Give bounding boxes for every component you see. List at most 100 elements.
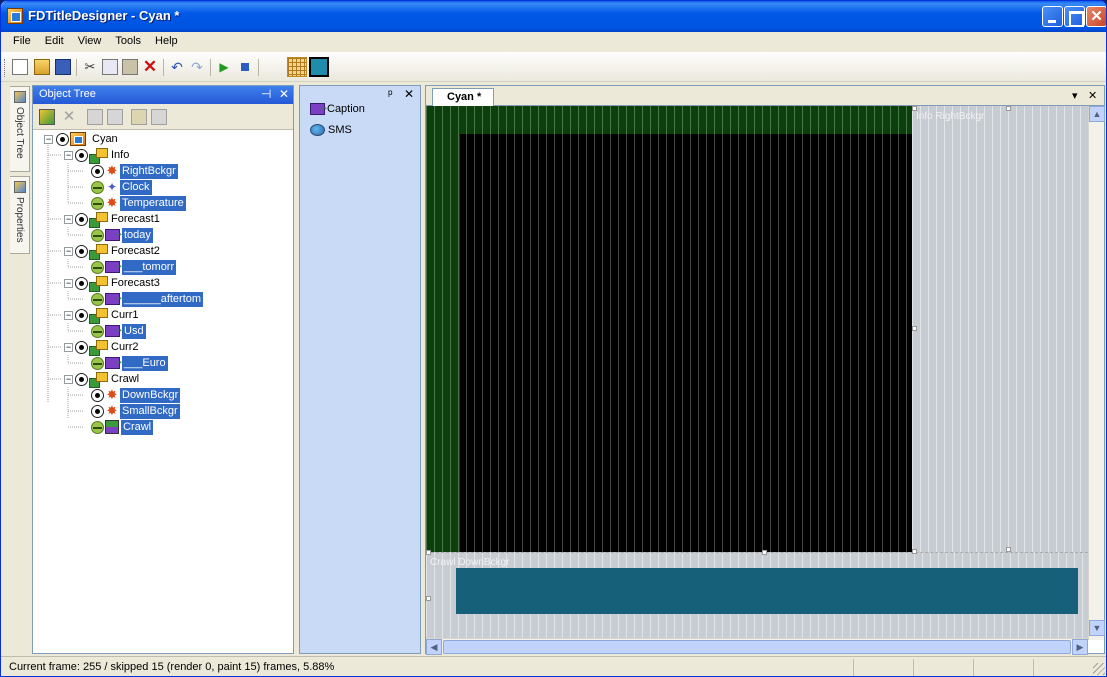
app-icon[interactable] [7, 8, 23, 24]
minimize-button[interactable] [1042, 6, 1063, 27]
move-up-icon[interactable] [87, 109, 103, 125]
chevron-down-icon[interactable]: ▾ [1072, 89, 1078, 102]
collapse-toggle[interactable]: − [44, 135, 53, 144]
visible-icon[interactable] [75, 244, 88, 258]
import-icon[interactable] [131, 109, 147, 125]
tree-node-today[interactable]: today [91, 227, 153, 243]
resize-handle[interactable] [1006, 106, 1011, 111]
menu-help[interactable]: Help [148, 32, 185, 52]
hidden-icon[interactable] [91, 292, 104, 306]
tab-properties[interactable]: Properties [10, 176, 30, 254]
visible-icon[interactable] [75, 308, 88, 322]
tree-node-usd[interactable]: Usd [91, 323, 146, 339]
hidden-icon[interactable] [91, 420, 104, 434]
collapse-toggle[interactable]: − [64, 375, 73, 384]
resize-handle[interactable] [762, 550, 767, 555]
visible-icon[interactable] [75, 212, 88, 226]
redo-icon[interactable]: ↷ [189, 59, 205, 75]
delete-icon[interactable]: ✕ [142, 58, 158, 75]
tree-node-temperature[interactable]: ✸ Temperature [91, 195, 186, 211]
document-close-icon[interactable]: ✕ [1088, 89, 1097, 102]
stop-icon[interactable] [237, 59, 253, 75]
tree-node-forecast3[interactable]: Forecast3 [75, 275, 162, 292]
toolbar-grip[interactable] [4, 59, 7, 77]
pin-icon[interactable]: ⊣ [261, 87, 271, 101]
paste-icon[interactable] [122, 59, 138, 75]
scroll-left-button[interactable]: ◀ [426, 639, 442, 655]
menu-view[interactable]: View [71, 32, 109, 52]
play-icon[interactable]: ▶ [216, 59, 232, 75]
visible-icon[interactable] [75, 276, 88, 290]
new-document-icon[interactable] [12, 59, 28, 75]
visible-icon[interactable] [56, 132, 69, 146]
tree-node-aftertom[interactable]: ______aftertom [91, 291, 204, 307]
maximize-button[interactable] [1064, 6, 1085, 27]
move-down-icon[interactable] [107, 109, 123, 125]
resize-handle[interactable] [1006, 547, 1011, 552]
tree-node-clock[interactable]: ✦ Clock [91, 179, 152, 195]
toolbox-item-sms[interactable]: SMS [310, 124, 352, 136]
tree-node-tomorr[interactable]: ___tomorr [91, 259, 177, 275]
undo-icon[interactable]: ↶ [169, 59, 185, 75]
tree-node-crawl-group[interactable]: Crawl [75, 371, 141, 388]
visible-icon[interactable] [75, 372, 88, 386]
scroll-up-button[interactable]: ▲ [1089, 106, 1105, 122]
add-object-icon[interactable] [39, 109, 55, 125]
close-button[interactable]: ✕ [1086, 6, 1106, 27]
tree-node-info[interactable]: Info [75, 147, 131, 164]
collapse-toggle[interactable]: − [64, 151, 73, 160]
collapse-toggle[interactable]: − [64, 247, 73, 256]
grid-icon[interactable] [287, 57, 307, 77]
tree-node-crawl[interactable]: Crawl [91, 419, 154, 435]
title-bar[interactable]: FDTitleDesigner - Cyan * ✕ [1, 1, 1106, 32]
copy-icon[interactable] [102, 59, 118, 75]
horizontal-scroll-thumb[interactable] [443, 640, 1071, 654]
hidden-icon[interactable] [91, 228, 104, 242]
tree-node-euro[interactable]: ___Euro [91, 355, 168, 371]
menu-tools[interactable]: Tools [108, 32, 148, 52]
resize-handle[interactable] [912, 326, 917, 331]
collapse-toggle[interactable]: − [64, 215, 73, 224]
design-canvas[interactable]: Info RightBckgr Crawl DownBckgr [426, 106, 1088, 638]
hidden-icon[interactable] [91, 196, 104, 210]
tree-node-cyan[interactable]: Cyan [56, 131, 120, 147]
menu-edit[interactable]: Edit [38, 32, 71, 52]
scroll-down-button[interactable]: ▼ [1089, 620, 1105, 636]
collapse-toggle[interactable]: − [64, 279, 73, 288]
document-tab-cyan[interactable]: Cyan * [432, 88, 495, 107]
open-folder-icon[interactable] [34, 59, 50, 75]
hidden-icon[interactable] [91, 356, 104, 370]
resize-grip[interactable] [1093, 663, 1105, 675]
resize-handle[interactable] [912, 549, 917, 554]
panel-close-icon[interactable]: ✕ [404, 87, 414, 101]
tree-node-forecast2[interactable]: Forecast2 [75, 243, 162, 260]
tab-object-tree[interactable]: Object Tree [10, 86, 30, 172]
scroll-right-button[interactable]: ▶ [1072, 639, 1088, 655]
preview-icon[interactable] [309, 57, 329, 77]
vertical-scrollbar[interactable]: ▲ ▼ [1088, 106, 1105, 640]
visible-icon[interactable] [91, 388, 104, 402]
hidden-icon[interactable] [91, 180, 104, 194]
collapse-toggle[interactable]: − [64, 343, 73, 352]
toolbox-item-caption[interactable]: Caption [310, 101, 365, 115]
visible-icon[interactable] [75, 340, 88, 354]
remove-object-icon[interactable]: ✕ [61, 109, 77, 125]
resize-handle[interactable] [426, 550, 431, 555]
hidden-icon[interactable] [91, 260, 104, 274]
tree-node-rightbckgr[interactable]: ✸ RightBckgr [91, 163, 178, 179]
menu-file[interactable]: File [6, 32, 38, 52]
right-background-object[interactable] [912, 106, 1088, 552]
tree-node-curr1[interactable]: Curr1 [75, 307, 141, 324]
visible-icon[interactable] [91, 404, 104, 418]
tree-node-curr2[interactable]: Curr2 [75, 339, 141, 356]
visible-icon[interactable] [75, 148, 88, 162]
tree-node-forecast1[interactable]: Forecast1 [75, 211, 162, 228]
tree-node-downbckgr[interactable]: ✸ DownBckgr [91, 387, 181, 403]
collapse-toggle[interactable]: − [64, 311, 73, 320]
tree-node-smallbckgr[interactable]: ✸ SmallBckgr [91, 403, 180, 419]
pin-icon[interactable]: ᵖ [388, 87, 393, 101]
crawl-object[interactable] [456, 568, 1078, 614]
cut-icon[interactable]: ✂ [82, 59, 98, 75]
panel-close-icon[interactable]: ✕ [279, 87, 289, 101]
resize-handle[interactable] [426, 596, 431, 601]
